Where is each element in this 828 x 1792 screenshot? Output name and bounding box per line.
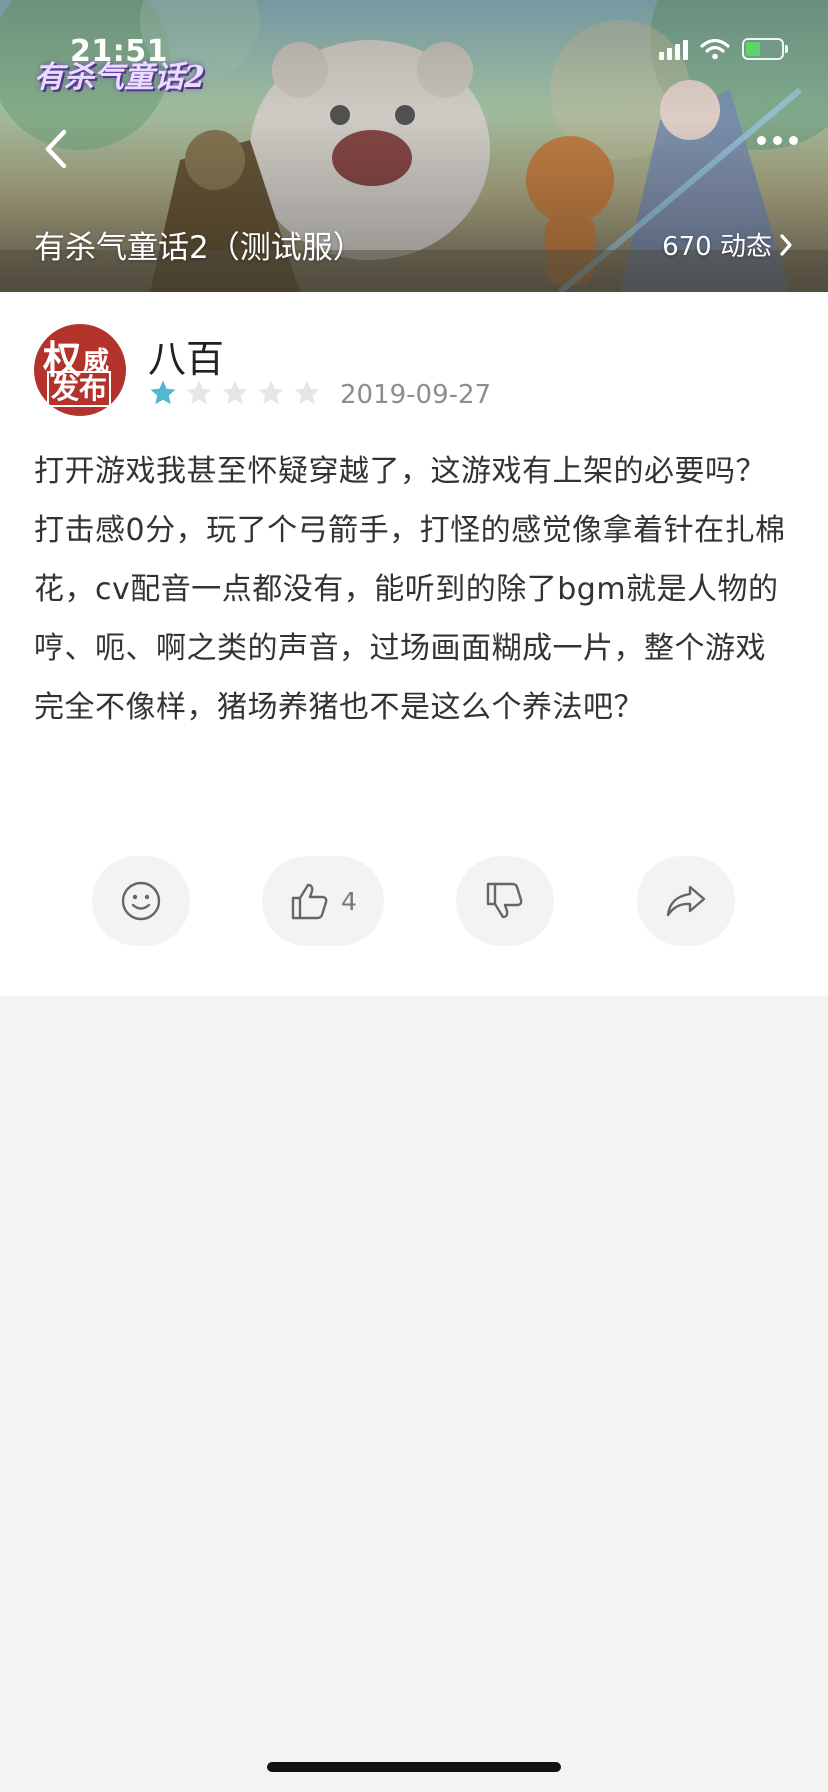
activity-count-label: 670 动态 bbox=[662, 232, 772, 262]
star-empty-icon bbox=[294, 380, 320, 405]
avatar-text-3: 发布 bbox=[47, 371, 112, 407]
review-date: 2019-09-27 bbox=[340, 380, 492, 410]
review-actions: 4 bbox=[0, 856, 828, 946]
cellular-signal-icon bbox=[659, 38, 688, 60]
dislike-button[interactable] bbox=[456, 856, 554, 946]
thumbs-up-icon bbox=[291, 883, 328, 920]
game-banner: 有杀气童话2 21:51 有杀气童话2（测试服） 670 动态 bbox=[0, 0, 828, 292]
smiley-icon bbox=[121, 881, 161, 921]
game-title[interactable]: 有杀气童话2（测试服） bbox=[34, 222, 364, 267]
activity-count-link[interactable]: 670 动态 bbox=[662, 226, 794, 263]
like-button[interactable]: 4 bbox=[262, 856, 384, 946]
status-time: 21:51 bbox=[70, 34, 168, 69]
battery-icon bbox=[742, 38, 788, 60]
wifi-icon bbox=[700, 38, 730, 60]
star-filled-icon bbox=[150, 380, 176, 405]
share-arrow-icon bbox=[666, 885, 706, 917]
more-dots-icon[interactable] bbox=[757, 136, 798, 145]
like-count: 4 bbox=[341, 886, 357, 916]
home-indicator[interactable] bbox=[267, 1762, 561, 1772]
emoji-reaction-button[interactable] bbox=[92, 856, 190, 946]
avatar[interactable]: 权 威 发布 bbox=[34, 324, 126, 416]
star-empty-icon bbox=[222, 380, 248, 405]
thumbs-down-icon bbox=[486, 882, 523, 919]
share-button[interactable] bbox=[637, 856, 735, 946]
review-text: 打开游戏我甚至怀疑穿越了，这游戏有上架的必要吗？打击感0分，玩了个弓箭手，打怪的… bbox=[34, 454, 786, 725]
star-empty-icon bbox=[186, 380, 212, 405]
rating-stars bbox=[148, 378, 322, 408]
status-icons bbox=[659, 38, 788, 60]
review-card: 权 威 发布 八百 2019-09-27 打开游戏我甚至怀疑穿越了，这游戏有上架… bbox=[0, 292, 828, 996]
star-empty-icon bbox=[258, 380, 284, 405]
chevron-left-icon[interactable] bbox=[36, 124, 76, 174]
chevron-right-icon bbox=[780, 233, 792, 256]
username[interactable]: 八百 bbox=[148, 328, 224, 383]
